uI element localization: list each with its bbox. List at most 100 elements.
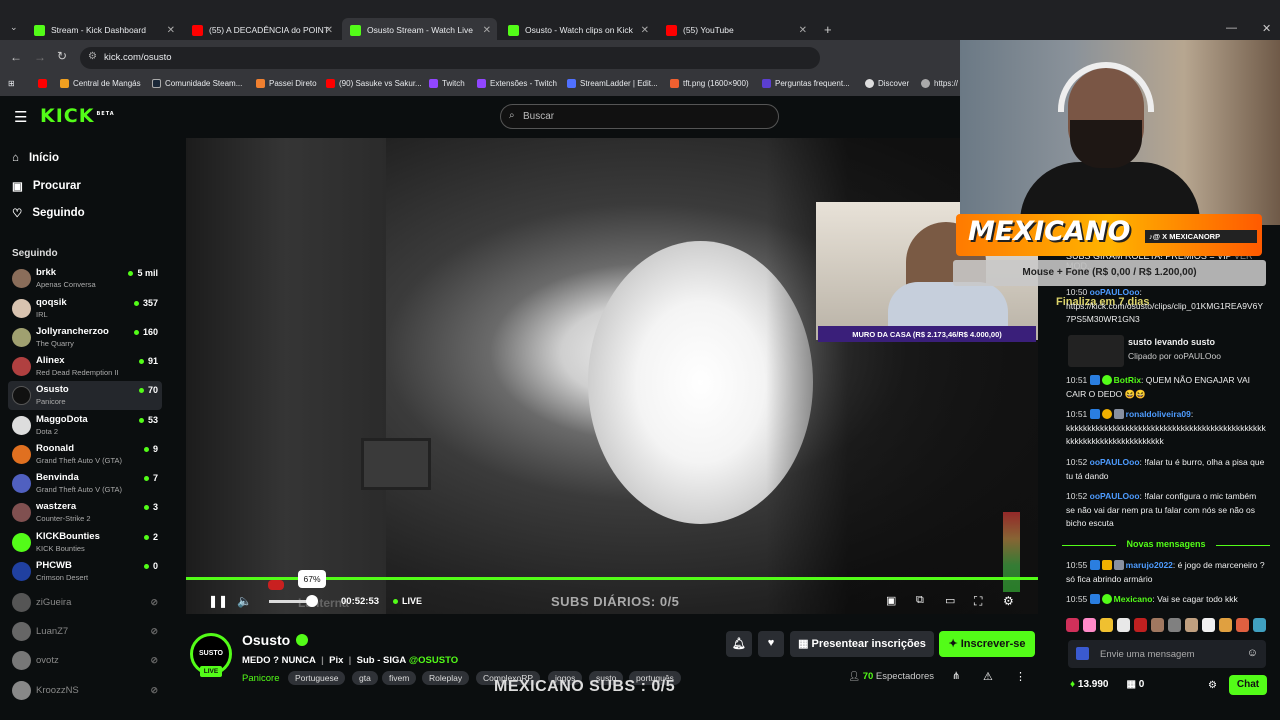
emote-icon[interactable] xyxy=(1168,618,1181,632)
nav-inicio[interactable]: ⌂ Início xyxy=(12,152,59,164)
emote-icon[interactable] xyxy=(1236,618,1249,632)
bookmark-mangas[interactable]: Central de Mangás xyxy=(60,79,141,88)
close-tab-icon[interactable]: ✕ xyxy=(325,25,333,36)
clip-icon[interactable]: ▣ xyxy=(886,594,896,607)
bookmark-https[interactable]: https:// xyxy=(921,79,958,88)
offline-icon: ⊘ xyxy=(150,655,158,665)
sidebar-channel-offline[interactable]: ziGueira ⊘ xyxy=(8,588,162,617)
tab-list-chevron-icon[interactable]: ⌄ xyxy=(10,22,18,33)
volume-knob[interactable] xyxy=(306,595,318,607)
tag[interactable]: Portuguese xyxy=(288,671,346,685)
apps-icon[interactable]: ⊞ xyxy=(8,79,15,88)
sidebar-channel-brkk[interactable]: brkk Apenas Conversa 5 mil xyxy=(8,264,162,293)
emote-icon[interactable] xyxy=(1134,618,1147,632)
sidebar-channel-benvinda[interactable]: Benvinda Grand Theft Auto V (GTA) 7 xyxy=(8,469,162,498)
sidebar-channel-phcwb[interactable]: PHCWB Crimson Desert 0 xyxy=(8,557,162,586)
emote-icon[interactable] xyxy=(1100,618,1113,632)
emote-icon[interactable] xyxy=(1066,618,1079,632)
menu-hamburger-icon[interactable]: ☰ xyxy=(14,108,27,126)
subscribe-button[interactable]: ✦ Inscrever-se xyxy=(939,631,1035,657)
sidebar-channel-offline[interactable]: KroozzNS ⊘ xyxy=(8,676,162,705)
tag[interactable]: Roleplay xyxy=(422,671,470,685)
bookmark-sasuke[interactable]: (90) Sasuke vs Sakur... xyxy=(326,79,422,88)
close-tab-icon[interactable]: ✕ xyxy=(641,25,649,36)
bookmark-tft[interactable]: tft.png (1600×900) xyxy=(670,79,749,88)
chat-mod-icon[interactable] xyxy=(1076,647,1089,660)
report-icon[interactable]: ⚠ xyxy=(983,670,993,683)
tag[interactable]: fivem xyxy=(382,671,417,685)
pause-button[interactable]: ❚❚ xyxy=(208,594,228,608)
back-icon[interactable]: ← xyxy=(10,50,22,64)
site-info-icon[interactable]: ⚙ xyxy=(88,51,97,62)
points-balance[interactable]: ♦ 13.990 xyxy=(1070,679,1108,690)
sidebar-channel-qoqsik[interactable]: qoqsik IRL 357 xyxy=(8,294,162,323)
sidebar-channel-wastzera[interactable]: wastzera Counter-Strike 23 xyxy=(8,498,162,527)
sidebar-channel-alinex[interactable]: Alinex Red Dead Redemption II 91 xyxy=(8,352,162,381)
tab-youtube-video[interactable]: (55) A DECADÊNCIA do POINT ✕ xyxy=(184,18,339,42)
chat-send-button[interactable]: Chat xyxy=(1229,675,1267,695)
clip-title[interactable]: susto levando susto xyxy=(1128,337,1215,347)
emote-icon[interactable] xyxy=(1117,618,1130,632)
stream-category[interactable]: Panicore xyxy=(242,673,280,684)
subs-balance[interactable]: ▦ 0 xyxy=(1126,679,1144,690)
fullscreen-icon[interactable]: ⛶ xyxy=(974,594,982,609)
pip-icon[interactable]: ⧉ xyxy=(916,594,924,607)
clip-thumbnail[interactable] xyxy=(1068,335,1124,367)
chat-message-input[interactable]: Envie uma mensagem ☺ xyxy=(1068,640,1266,668)
emote-icon[interactable] xyxy=(1083,618,1096,632)
gift-icon: ▦ xyxy=(1126,679,1136,690)
nav-procurar[interactable]: ▣ Procurar xyxy=(12,179,81,193)
sidebar-channel-roonald[interactable]: Roonald Grand Theft Auto V (GTA) 9 xyxy=(8,440,162,469)
bookmark-twitch[interactable]: Twitch xyxy=(429,79,465,88)
sidebar-channel-offline[interactable]: LuanZ7 ⊘ xyxy=(8,617,162,646)
gift-subs-button[interactable]: ▦ Presentear inscrições xyxy=(790,631,934,657)
minimize-icon[interactable]: — xyxy=(1226,22,1237,34)
search-input[interactable]: ⌕ Buscar xyxy=(500,104,779,129)
bookmark-perguntas[interactable]: Perguntas frequent... xyxy=(762,79,850,88)
close-tab-icon[interactable]: ✕ xyxy=(167,25,175,36)
more-options-icon[interactable]: ⋮ xyxy=(1015,670,1026,683)
nav-seguindo[interactable]: ♡ Seguindo xyxy=(12,206,85,220)
close-tab-icon[interactable]: ✕ xyxy=(799,25,807,36)
tag[interactable]: gta xyxy=(352,671,378,685)
close-tab-icon[interactable]: ✕ xyxy=(483,25,491,36)
bookmark-steam[interactable]: Comunidade Steam... xyxy=(152,79,242,88)
notification-bell-button[interactable]: 🔔︎ xyxy=(726,631,752,657)
share-icon[interactable]: ⋔ xyxy=(952,671,960,682)
bookmark-youtube[interactable] xyxy=(38,79,47,88)
chat-settings-icon[interactable]: ⚙ xyxy=(1208,680,1217,691)
sidebar-channel-jollyrancherzoo[interactable]: Jollyrancherzoo The Quarry 160 xyxy=(8,323,162,352)
tab-youtube[interactable]: (55) YouTube ✕ xyxy=(658,18,813,42)
streamer-name[interactable]: Osusto xyxy=(242,632,309,648)
tab-osusto-stream[interactable]: Osusto Stream - Watch Live ✕ xyxy=(342,18,497,42)
points-icon: ♦ xyxy=(1070,679,1076,690)
emote-icon[interactable] xyxy=(1185,618,1198,632)
reload-icon[interactable]: ↻ xyxy=(57,49,67,63)
emote-icon[interactable] xyxy=(1151,618,1164,632)
audio-meter xyxy=(1003,512,1020,592)
sidebar-channel-kickbounties[interactable]: KICKBounties KICK Bounties 2 xyxy=(8,528,162,557)
settings-gear-icon[interactable]: ⚙ xyxy=(1003,594,1014,608)
bookmark-extensoes-twitch[interactable]: Extensões - Twitch xyxy=(477,79,557,88)
emote-icon[interactable] xyxy=(1253,618,1266,632)
emoji-icon[interactable]: ☺ xyxy=(1247,647,1258,659)
close-window-icon[interactable]: ✕ xyxy=(1262,22,1271,35)
bookmark-streamladder[interactable]: StreamLadder | Edit... xyxy=(567,79,658,88)
offline-icon: ⊘ xyxy=(150,626,158,636)
volume-icon[interactable]: 🔈 xyxy=(237,594,252,608)
bookmark-discover[interactable]: Discover xyxy=(865,79,909,88)
emote-icon[interactable] xyxy=(1202,618,1215,632)
url-input[interactable]: ⚙ kick.com/osusto xyxy=(80,47,820,69)
new-tab-icon[interactable]: + xyxy=(824,22,832,37)
forward-icon[interactable]: → xyxy=(34,50,46,64)
sidebar-channel-osusto[interactable]: Osusto Panicore 70 xyxy=(8,381,162,410)
bookmark-passei-direto[interactable]: Passei Direto xyxy=(256,79,317,88)
kick-logo[interactable]: KICK BETA xyxy=(40,105,115,127)
tab-osusto-clips[interactable]: Osusto - Watch clips on Kick ✕ xyxy=(500,18,655,42)
sidebar-channel-maggodota[interactable]: MaggoDota Dota 2 53 xyxy=(8,411,162,440)
emote-icon[interactable] xyxy=(1219,618,1232,632)
tab-kick-dashboard[interactable]: Stream - Kick Dashboard ✕ xyxy=(26,18,181,42)
theater-mode-icon[interactable]: ▭ xyxy=(945,594,955,607)
follow-heart-button[interactable]: ♥ xyxy=(758,631,784,657)
sidebar-channel-offline[interactable]: ovotz ⊘ xyxy=(8,646,162,675)
